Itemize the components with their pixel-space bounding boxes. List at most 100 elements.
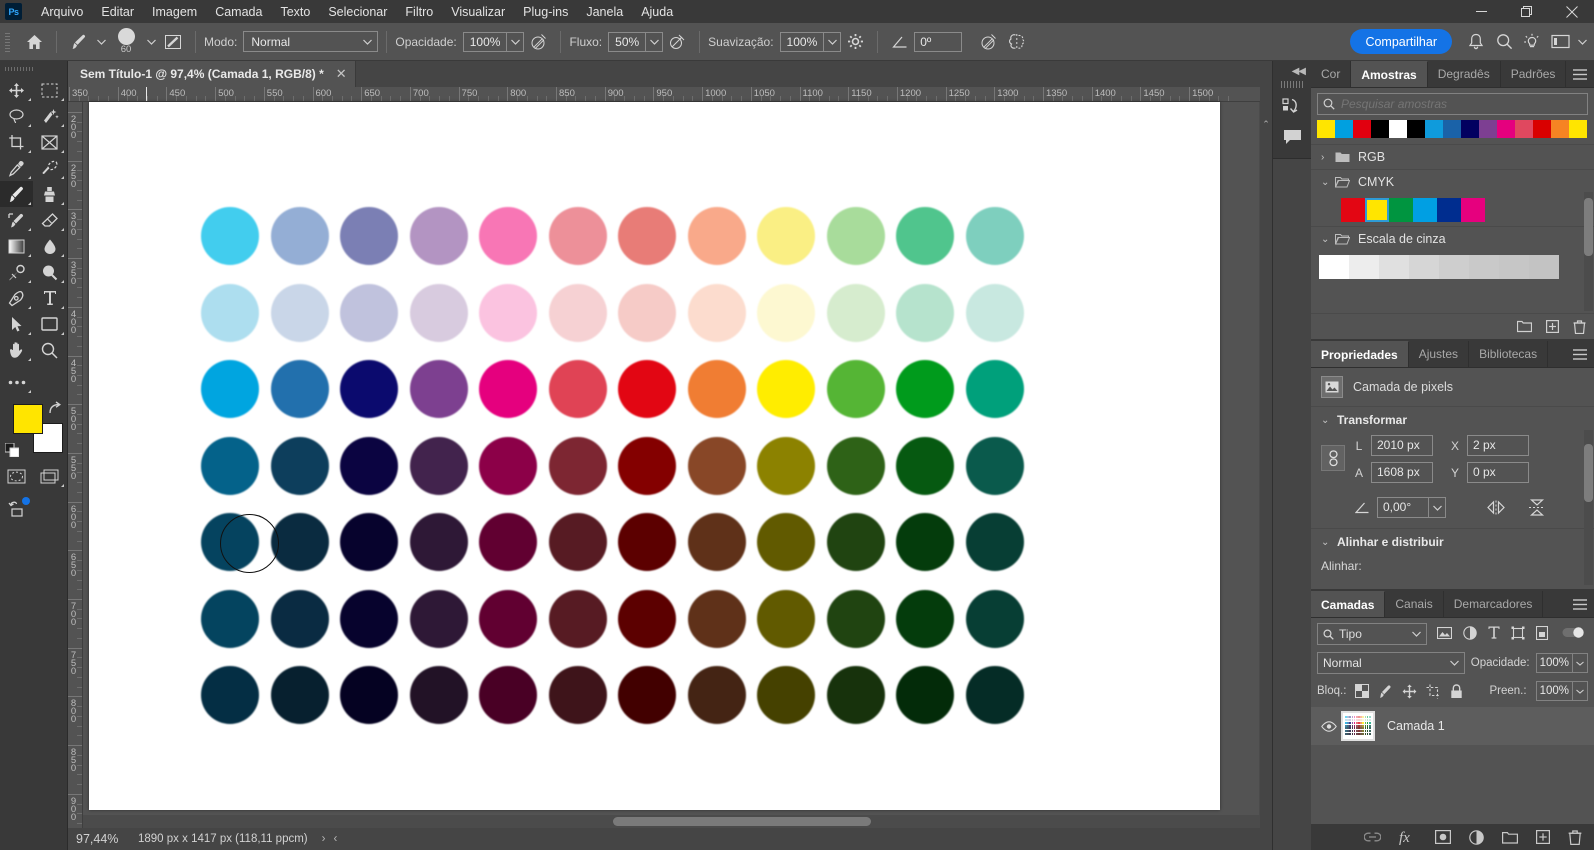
opacity-combo[interactable]: 100% <box>462 31 525 52</box>
quick-swatch[interactable] <box>1497 120 1515 138</box>
layer-blend-mode-select[interactable]: Normal <box>1317 652 1465 674</box>
lock-transparency-icon[interactable] <box>1355 684 1370 698</box>
quick-swatch[interactable] <box>1389 120 1407 138</box>
frame-tool[interactable] <box>33 129 66 155</box>
chevron-right-icon[interactable]: › <box>1321 152 1335 163</box>
lock-image-icon[interactable] <box>1378 684 1393 699</box>
rotation-input[interactable]: 0,00° <box>1377 497 1429 518</box>
smoothing-chevron-down-icon[interactable] <box>823 32 840 51</box>
chevron-down-icon[interactable] <box>1572 654 1587 672</box>
swatches-scrollbar-thumb[interactable] <box>1584 198 1593 256</box>
foreground-color-swatch[interactable] <box>13 404 43 434</box>
chevron-down-icon[interactable] <box>1449 660 1459 666</box>
flow-chevron-down-icon[interactable] <box>645 32 662 51</box>
chevron-left-icon[interactable]: ‹ <box>333 833 337 845</box>
lasso-tool[interactable] <box>0 103 33 129</box>
gradient-tool[interactable] <box>0 233 33 259</box>
quick-swatch[interactable] <box>1425 120 1443 138</box>
chevron-down-icon[interactable]: ⌄ <box>1321 537 1337 548</box>
options-bar-grip[interactable] <box>3 30 12 53</box>
quick-swatch[interactable] <box>1317 120 1335 138</box>
y-field[interactable]: Y 0 px <box>1447 462 1529 483</box>
spot-healing-brush-tool[interactable] <box>33 155 66 181</box>
tab-degrades[interactable]: Degradês <box>1427 61 1501 87</box>
new-layer-icon[interactable] <box>1536 830 1550 844</box>
menu-texto[interactable]: Texto <box>271 2 319 22</box>
swatch-group-grayscale[interactable]: ⌄ Escala de cinza <box>1311 226 1594 251</box>
ellipsis-icon[interactable] <box>0 369 33 395</box>
brush-tool-icon[interactable] <box>65 28 93 56</box>
height-field[interactable]: A 1608 px <box>1351 462 1433 483</box>
grayscale-swatch[interactable] <box>1379 255 1409 279</box>
text-filter-icon[interactable] <box>1488 626 1500 642</box>
share-button[interactable]: Compartilhar <box>1350 29 1452 54</box>
cmyk-swatch[interactable] <box>1341 198 1365 222</box>
grayscale-swatch[interactable] <box>1499 255 1529 279</box>
chevron-down-icon[interactable] <box>1412 631 1421 637</box>
close-icon[interactable] <box>1549 0 1594 23</box>
default-colors-icon[interactable] <box>4 442 20 460</box>
layer-row[interactable]: Camada 1 <box>1311 707 1594 745</box>
tab-ajustes[interactable]: Ajustes <box>1408 341 1470 367</box>
close-icon[interactable]: ✕ <box>336 66 347 82</box>
grayscale-swatch[interactable] <box>1529 255 1559 279</box>
shape-filter-icon[interactable] <box>1511 626 1525 643</box>
cmyk-swatch[interactable] <box>1461 198 1485 222</box>
grayscale-swatch[interactable] <box>1319 255 1349 279</box>
chevron-down-icon[interactable] <box>1574 28 1590 56</box>
new-group-icon[interactable] <box>1502 831 1518 844</box>
bell-icon[interactable] <box>1462 28 1490 56</box>
smoothing-combo[interactable]: 100% <box>779 31 842 52</box>
rotation-chevron-down-icon[interactable] <box>1429 497 1446 518</box>
chevron-down-icon[interactable]: ⌄ <box>1321 177 1335 188</box>
search-icon[interactable] <box>1490 28 1518 56</box>
brush-size-chevron-down-icon[interactable] <box>143 28 159 56</box>
tab-propriedades[interactable]: Propriedades <box>1311 341 1409 367</box>
home-icon[interactable] <box>20 28 48 56</box>
screen-mode-icon[interactable] <box>33 463 66 489</box>
quick-swatch[interactable] <box>1407 120 1425 138</box>
cmyk-swatch[interactable] <box>1413 198 1437 222</box>
blend-mode-select[interactable]: Normal <box>243 31 379 52</box>
width-field[interactable]: L 2010 px <box>1351 435 1433 456</box>
lock-position-icon[interactable] <box>1402 684 1417 699</box>
menu-janela[interactable]: Janela <box>577 2 632 22</box>
menu-arquivo[interactable]: Arquivo <box>32 2 92 22</box>
chevron-up-icon[interactable]: ⌃ <box>1260 61 1272 130</box>
search-swatches-box[interactable] <box>1317 93 1588 115</box>
pressure-opacity-icon[interactable] <box>524 28 552 56</box>
chevron-down-icon[interactable] <box>1572 682 1587 700</box>
quick-swatch[interactable] <box>1461 120 1479 138</box>
quick-swatch[interactable] <box>1533 120 1551 138</box>
brush-size-preview[interactable]: 60 <box>109 28 143 55</box>
grayscale-swatch[interactable] <box>1439 255 1469 279</box>
menu-editar[interactable]: Editar <box>92 2 143 22</box>
hamburger-menu-icon[interactable] <box>1566 591 1594 617</box>
path-selection-tool[interactable] <box>0 311 33 337</box>
menu-ajuda[interactable]: Ajuda <box>632 2 682 22</box>
swatches-scrollbar[interactable] <box>1584 192 1593 311</box>
brush-preset-chevron-down-icon[interactable] <box>93 28 109 56</box>
hand-tool[interactable] <box>0 337 33 363</box>
brush-tool[interactable] <box>0 181 33 207</box>
blur-tool[interactable] <box>33 233 66 259</box>
layer-name[interactable]: Camada 1 <box>1387 719 1445 733</box>
tab-amostras[interactable]: Amostras <box>1351 61 1428 87</box>
lock-all-icon[interactable] <box>1450 683 1463 699</box>
symmetry-butterfly-icon[interactable] <box>1002 28 1030 56</box>
crop-tool[interactable] <box>0 129 33 155</box>
properties-scrollbar-thumb[interactable] <box>1584 444 1593 502</box>
pressure-size-icon[interactable] <box>974 28 1002 56</box>
menu-camada[interactable]: Camada <box>206 2 271 22</box>
history-brush-tool[interactable] <box>0 207 33 233</box>
align-section-header[interactable]: ⌄ Alinhar e distribuir <box>1311 528 1594 555</box>
new-group-icon[interactable] <box>1517 320 1532 333</box>
object-selection-tool[interactable] <box>33 103 66 129</box>
lock-artboard-icon[interactable] <box>1426 684 1441 699</box>
toolbar-grip[interactable] <box>5 65 33 75</box>
cmyk-swatch[interactable] <box>1437 198 1461 222</box>
quick-swatch[interactable] <box>1479 120 1497 138</box>
zoom-level[interactable]: 97,44% <box>68 832 126 846</box>
grayscale-swatch[interactable] <box>1409 255 1439 279</box>
height-input[interactable]: 1608 px <box>1371 462 1433 483</box>
